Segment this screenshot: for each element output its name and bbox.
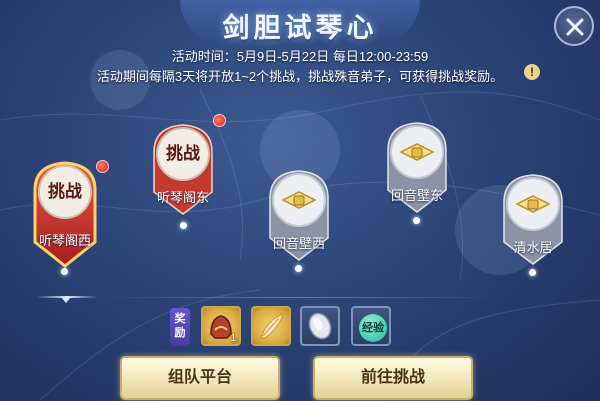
node-anchor-dot — [61, 268, 68, 275]
go-challenge-button[interactable]: 前往挑战 — [313, 356, 473, 400]
node-label: 回音壁西 — [272, 236, 325, 251]
close-button[interactable] — [554, 6, 594, 46]
event-time-text: 活动时间：5月9日-5月22日 每日12:00-23:59 — [171, 49, 429, 64]
team-platform-button[interactable]: 组队平台 — [120, 356, 280, 400]
close-x-icon — [566, 18, 584, 36]
node-anchor-dot — [295, 265, 302, 272]
reward-tag: 奖励 — [170, 308, 190, 346]
node-anchor-dot — [413, 217, 420, 224]
new-indicator-dot — [96, 160, 109, 173]
node-label: 听琴阁西 — [38, 233, 91, 248]
info-exclamation-icon[interactable]: ! — [524, 64, 540, 80]
reward-quantity: 1 — [230, 333, 236, 344]
reward-helmet[interactable]: 1 — [201, 306, 241, 346]
reward-silver-coin[interactable] — [300, 306, 340, 346]
node-anchor-dot — [180, 222, 187, 229]
challenge-badge: 挑战 — [166, 144, 200, 164]
feather-icon — [260, 313, 284, 339]
node-label: 回音壁东 — [390, 188, 443, 203]
challenge-node-tingqin-east[interactable]: 挑战 听琴阁东 — [148, 122, 218, 222]
reward-feather[interactable] — [251, 306, 291, 346]
silver-coin-icon — [308, 312, 332, 340]
event-description-text: 活动期间每隔3天将开放1~2个挑战，挑战殊音弟子，可获得挑战奖励。 — [96, 69, 504, 84]
locked-node-huiyin-west[interactable]: 回音壁西 — [264, 168, 334, 268]
locked-node-huiyin-east[interactable]: 回音壁东 — [382, 120, 452, 220]
node-label: 清水居 — [513, 240, 553, 255]
locked-node-qingshui[interactable]: 清水居 — [498, 172, 568, 272]
node-label: 听琴阁东 — [156, 190, 209, 205]
node-anchor-dot — [529, 269, 536, 276]
reward-experience[interactable]: 经验 — [351, 306, 391, 346]
divider — [100, 297, 500, 298]
exp-icon: 经验 — [359, 314, 387, 342]
selected-arrow-icon — [61, 297, 71, 303]
new-indicator-dot — [213, 114, 226, 127]
page-title: 剑胆试琴心 — [222, 13, 378, 44]
challenge-badge: 挑战 — [48, 182, 82, 202]
challenge-node-tingqin-west[interactable]: 挑战 听琴阁西 — [30, 160, 100, 280]
